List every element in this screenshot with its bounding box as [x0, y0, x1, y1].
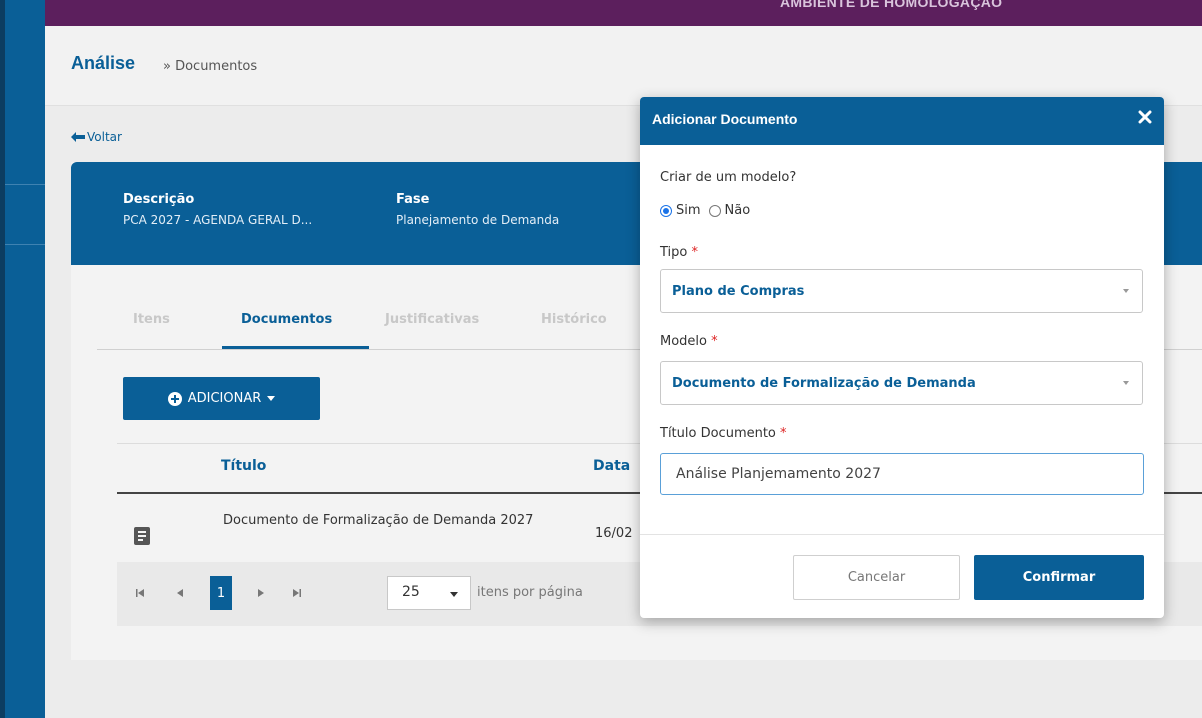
- modal-footer-divider: [640, 534, 1164, 535]
- tab-documentos[interactable]: Documentos: [241, 312, 332, 327]
- sidebar-divider: [5, 184, 45, 185]
- page-size-select[interactable]: 25: [387, 576, 471, 610]
- last-page-icon[interactable]: [286, 576, 308, 610]
- environment-banner-text: AMBIENTE DE HOMOLOGAÇÃO: [780, 0, 1003, 10]
- criar-modelo-radio-group: Sim Não: [660, 203, 750, 218]
- required-marker: *: [711, 334, 718, 349]
- column-header-data[interactable]: Data: [593, 458, 630, 474]
- radio-sim[interactable]: [660, 204, 672, 217]
- tab-itens[interactable]: Itens: [133, 312, 170, 327]
- add-document-modal: Adicionar Documento Criar de um modelo? …: [640, 97, 1164, 618]
- caret-down-icon: [450, 592, 458, 597]
- plus-circle-icon: [167, 391, 182, 406]
- cancel-button[interactable]: Cancelar: [793, 555, 960, 600]
- modal-header: Adicionar Documento: [640, 97, 1164, 145]
- radio-sim-label[interactable]: Sim: [676, 203, 701, 218]
- left-sidebar: [0, 0, 45, 718]
- arrow-left-icon: [71, 132, 85, 142]
- modelo-select[interactable]: Documento de Formalização de Demanda: [660, 361, 1143, 405]
- page-number-current[interactable]: 1: [210, 576, 232, 610]
- radio-nao[interactable]: [708, 204, 721, 217]
- modelo-select-value: Documento de Formalização de Demanda: [672, 376, 976, 391]
- tipo-select-value: Plano de Compras: [672, 284, 805, 299]
- page-header: Análise » Documentos: [45, 26, 1202, 106]
- modelo-label-text: Modelo: [660, 334, 707, 349]
- table-row-date: 16/02: [595, 526, 633, 541]
- sidebar-edge: [0, 0, 5, 718]
- next-page-icon[interactable]: [250, 576, 272, 610]
- tipo-select[interactable]: Plano de Compras: [660, 269, 1143, 313]
- tipo-label-text: Tipo: [660, 245, 688, 260]
- environment-banner: AMBIENTE DE HOMOLOGAÇÃO: [0, 0, 1202, 26]
- previous-page-icon[interactable]: [169, 576, 191, 610]
- document-icon[interactable]: [134, 527, 150, 545]
- tab-justificativas[interactable]: Justificativas: [385, 312, 479, 327]
- per-page-label: itens por página: [477, 585, 583, 600]
- required-marker: *: [780, 426, 787, 441]
- confirm-button[interactable]: Confirmar: [974, 555, 1144, 600]
- page-size-value: 25: [402, 584, 420, 600]
- caret-down-icon: [1123, 381, 1129, 385]
- radio-nao-label[interactable]: Não: [725, 203, 751, 218]
- back-link[interactable]: Voltar: [71, 130, 122, 144]
- close-icon[interactable]: [1136, 108, 1154, 126]
- add-button-label: ADICIONAR: [187, 391, 262, 406]
- sidebar-divider: [5, 244, 45, 245]
- descricao-label: Descrição: [123, 192, 195, 207]
- first-page-icon[interactable]: [129, 576, 151, 610]
- descricao-value: PCA 2027 - AGENDA GERAL D...: [123, 213, 313, 227]
- criar-modelo-label: Criar de um modelo?: [660, 170, 797, 185]
- column-header-titulo[interactable]: Título: [221, 458, 266, 474]
- caret-down-icon: [267, 396, 276, 401]
- table-row-title[interactable]: Documento de Formalização de Demanda 202…: [223, 511, 568, 530]
- titulo-documento-label: Título Documento *: [660, 426, 787, 441]
- titulo-label-text: Título Documento: [660, 426, 776, 441]
- tipo-label: Tipo *: [660, 245, 698, 260]
- titulo-documento-input[interactable]: Análise Planjemamento 2027: [660, 453, 1144, 495]
- breadcrumb-documentos: » Documentos: [163, 59, 258, 74]
- fase-value: Planejamento de Demanda: [396, 213, 560, 227]
- modelo-label: Modelo *: [660, 334, 718, 349]
- back-link-label: Voltar: [87, 130, 122, 144]
- tab-historico[interactable]: Histórico: [541, 312, 607, 327]
- modal-title: Adicionar Documento: [652, 111, 798, 127]
- required-marker: *: [691, 245, 699, 260]
- fase-label: Fase: [396, 192, 430, 207]
- breadcrumb-analise[interactable]: Análise: [71, 53, 135, 74]
- caret-down-icon: [1123, 289, 1129, 293]
- add-document-button[interactable]: ADICIONAR: [123, 377, 320, 420]
